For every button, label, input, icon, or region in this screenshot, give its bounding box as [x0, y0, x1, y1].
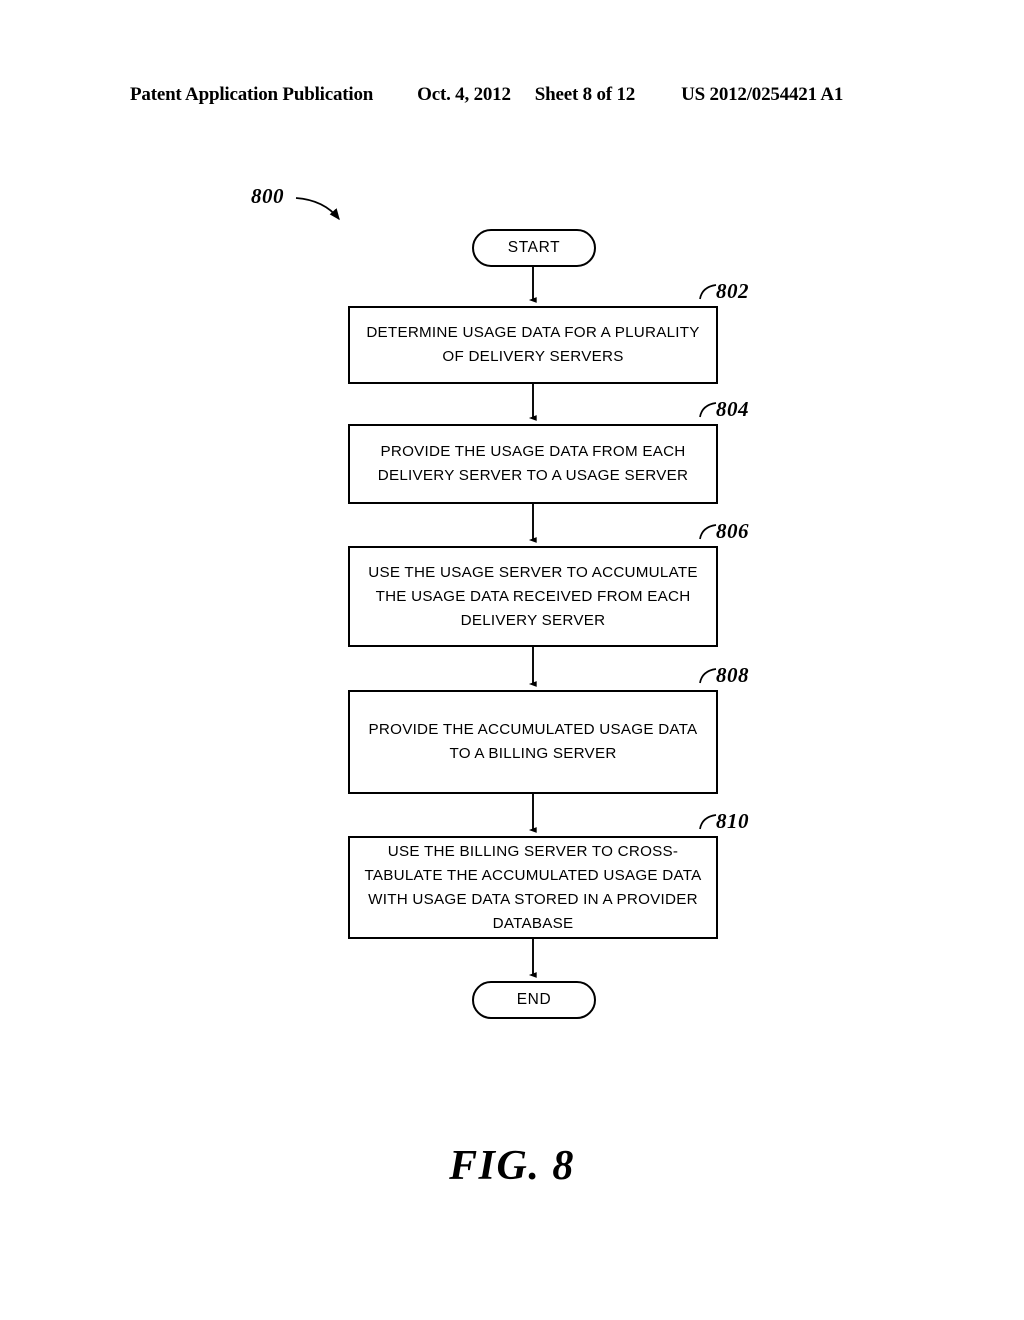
reference-numeral-810: 810 — [716, 809, 749, 833]
leader-line-808 — [699, 668, 717, 684]
flowchart-node-end[interactable]: END — [472, 981, 596, 1019]
step-802-text: DETERMINE USAGE DATA FOR A PLURALITY OF … — [366, 324, 700, 365]
end-node-label: END — [516, 991, 552, 1008]
step-808-text: PROVIDE THE ACCUMULATED USAGE DATA TO A … — [368, 721, 698, 762]
step-804-text: PROVIDE THE USAGE DATA FROM EACH DELIVER… — [377, 443, 689, 484]
flowchart-step-806[interactable]: USE THE USAGE SERVER TO ACCUMULATE THE U… — [348, 546, 718, 647]
leader-line-802 — [699, 284, 717, 300]
flowchart-step-808[interactable]: PROVIDE THE ACCUMULATED USAGE DATA TO A … — [348, 690, 718, 794]
step-806-text: USE THE USAGE SERVER TO ACCUMULATE THE U… — [368, 563, 698, 629]
reference-numeral-804: 804 — [716, 397, 749, 421]
flowchart-connectors — [295, 197, 717, 978]
leader-line-800 — [295, 197, 340, 221]
flowchart-node-start[interactable]: START — [472, 229, 596, 267]
figure-canvas: 800 START DETERMINE USAGE DATA FOR A PLU… — [0, 0, 1024, 1320]
leader-line-804 — [699, 402, 717, 418]
figure-caption: FIG. 8 — [449, 1143, 575, 1189]
leader-line-806 — [699, 524, 717, 540]
flowchart-step-804[interactable]: PROVIDE THE USAGE DATA FROM EACH DELIVER… — [348, 424, 718, 504]
reference-numeral-802: 802 — [716, 279, 749, 303]
flowchart-step-802[interactable]: DETERMINE USAGE DATA FOR A PLURALITY OF … — [348, 306, 718, 384]
reference-numeral-800: 800 — [251, 184, 284, 208]
start-node-label: START — [507, 239, 561, 256]
step-810-text: USE THE BILLING SERVER TO CROSS- TABULAT… — [364, 842, 702, 932]
leader-line-810 — [699, 814, 717, 830]
flowchart-step-810[interactable]: USE THE BILLING SERVER TO CROSS- TABULAT… — [348, 836, 718, 939]
reference-numeral-806: 806 — [716, 519, 749, 543]
reference-numeral-808: 808 — [716, 663, 749, 687]
